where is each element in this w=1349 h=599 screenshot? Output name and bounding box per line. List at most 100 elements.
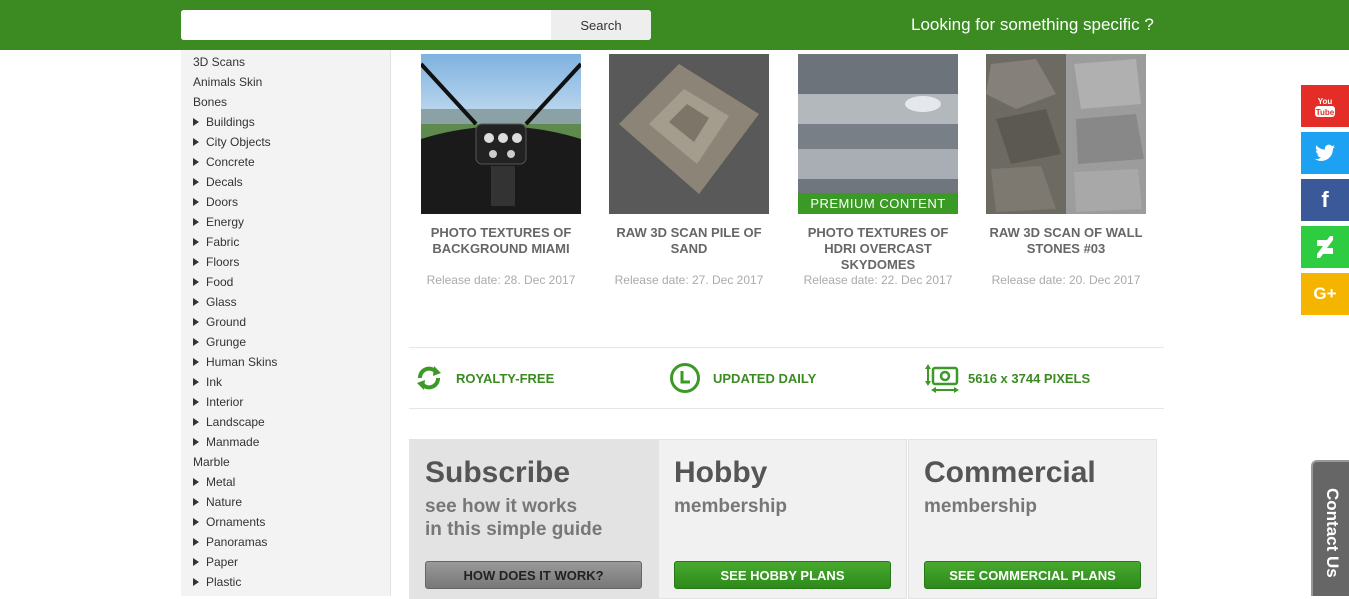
sidebar-item-city-objects[interactable]: City Objects (181, 132, 390, 152)
expand-arrow-icon[interactable] (193, 178, 199, 186)
sidebar-item-fabric[interactable]: Fabric (181, 232, 390, 252)
panel-subtitle-line: in this simple guide (425, 519, 603, 540)
overcast-sky-image (798, 54, 958, 214)
expand-arrow-icon[interactable] (193, 138, 199, 146)
clock-icon (670, 363, 700, 393)
sidebar-item-label: Ornaments (206, 515, 266, 529)
sidebar-item-paper[interactable]: Paper (181, 552, 390, 572)
panel-heading: Hobby (674, 456, 768, 489)
product-card[interactable]: RAW 3D SCAN PILE OF SAND Release date: 2… (599, 54, 779, 287)
sidebar-item-plastic[interactable]: Plastic (181, 572, 390, 592)
panel-subtitle-line: membership (924, 496, 1037, 517)
expand-arrow-icon[interactable] (193, 218, 199, 226)
expand-arrow-icon[interactable] (193, 398, 199, 406)
sidebar-item-marble[interactable]: Marble (181, 452, 390, 472)
expand-arrow-icon[interactable] (193, 278, 199, 286)
expand-arrow-icon[interactable] (193, 478, 199, 486)
sidebar-item-floors[interactable]: Floors (181, 252, 390, 272)
sidebar-item-label: Decals (206, 175, 243, 189)
expand-arrow-icon[interactable] (193, 518, 199, 526)
facebook-button[interactable]: f (1301, 179, 1349, 221)
search-input[interactable] (181, 10, 551, 40)
sidebar-item-glass[interactable]: Glass (181, 292, 390, 312)
sidebar-item-buildings[interactable]: Buildings (181, 112, 390, 132)
google-plus-icon: G+ (1313, 284, 1337, 303)
google-plus-button[interactable]: G+ (1301, 273, 1349, 315)
sidebar-item-label: Food (206, 275, 234, 289)
sidebar-item-label: Manmade (206, 435, 260, 449)
see-commercial-plans-button[interactable]: SEE COMMERCIAL PLANS (924, 561, 1141, 589)
product-title[interactable]: PHOTO TEXTURES OF HDRI OVERCAST SKYDOMES (788, 225, 968, 273)
product-title[interactable]: RAW 3D SCAN PILE OF SAND (599, 225, 779, 257)
sidebar-item-label: Floors (206, 255, 240, 269)
search-button[interactable]: Search (551, 10, 651, 40)
product-card[interactable]: RAW 3D SCAN OF WALL STONES #03 Release d… (976, 54, 1156, 287)
product-title[interactable]: PHOTO TEXTURES OF BACKGROUND MIAMI (411, 225, 591, 257)
sidebar-item-landscape[interactable]: Landscape (181, 412, 390, 432)
sidebar-item-energy[interactable]: Energy (181, 212, 390, 232)
sidebar-item-doors[interactable]: Doors (181, 192, 390, 212)
sidebar-item-bones[interactable]: Bones (181, 92, 390, 112)
sidebar-item-3d-scans[interactable]: 3D Scans (181, 52, 390, 72)
sidebar-item-label: Landscape (206, 415, 265, 429)
sidebar-item-interior[interactable]: Interior (181, 392, 390, 412)
expand-arrow-icon[interactable] (193, 358, 199, 366)
sidebar-item-panoramas[interactable]: Panoramas (181, 532, 390, 552)
expand-arrow-icon[interactable] (193, 338, 199, 346)
product-title[interactable]: RAW 3D SCAN OF WALL STONES #03 (976, 225, 1156, 257)
twitter-icon (1315, 144, 1335, 161)
premium-badge: PREMIUM CONTENT (798, 193, 958, 214)
sidebar-item-concrete[interactable]: Concrete (181, 152, 390, 172)
release-date: Release date: 22. Dec 2017 (803, 273, 953, 287)
sidebar-item-animals-skin[interactable]: Animals Skin (181, 72, 390, 92)
sidebar-item-ink[interactable]: Ink (181, 372, 390, 392)
panel-heading: Commercial (924, 456, 1096, 489)
sidebar-item-label: Buildings (206, 115, 255, 129)
sidebar-item-metal[interactable]: Metal (181, 472, 390, 492)
sidebar-item-ground[interactable]: Ground (181, 312, 390, 332)
sidebar-item-label: Fabric (206, 235, 240, 249)
contact-us-tab[interactable]: Contact Us (1311, 460, 1349, 596)
see-hobby-plans-button[interactable]: SEE HOBBY PLANS (674, 561, 891, 589)
how-does-it-work-button[interactable]: HOW DOES IT WORK? (425, 561, 642, 589)
deviantart-button[interactable] (1301, 226, 1349, 268)
panel-subtitle-line: see how it works (425, 496, 578, 517)
expand-arrow-icon[interactable] (193, 438, 199, 446)
expand-arrow-icon[interactable] (193, 378, 199, 386)
sidebar-item-nature[interactable]: Nature (181, 492, 390, 512)
sidebar-item-ornaments[interactable]: Ornaments (181, 512, 390, 532)
twitter-button[interactable] (1301, 132, 1349, 174)
expand-arrow-icon[interactable] (193, 158, 199, 166)
sidebar-item-decals[interactable]: Decals (181, 172, 390, 192)
sidebar-item-human-skins[interactable]: Human Skins (181, 352, 390, 372)
sidebar-item-label: Doors (206, 195, 239, 209)
expand-arrow-icon[interactable] (193, 198, 199, 206)
product-card[interactable]: PHOTO TEXTURES OF BACKGROUND MIAMI Relea… (411, 54, 591, 287)
product-thumbnail[interactable]: PREMIUM CONTENT (798, 54, 958, 214)
expand-arrow-icon[interactable] (193, 498, 199, 506)
panel-heading: Subscribe (425, 456, 571, 489)
feature-label: UPDATED DAILY (713, 370, 817, 386)
expand-arrow-icon[interactable] (193, 298, 199, 306)
expand-arrow-icon[interactable] (193, 238, 199, 246)
expand-arrow-icon[interactable] (193, 118, 199, 126)
sidebar-item-label: Energy (206, 215, 245, 229)
expand-arrow-icon[interactable] (193, 318, 199, 326)
expand-arrow-icon[interactable] (193, 418, 199, 426)
expand-arrow-icon[interactable] (193, 578, 199, 586)
expand-arrow-icon[interactable] (193, 538, 199, 546)
product-card[interactable]: PREMIUM CONTENT PHOTO TEXTURES OF HDRI O… (788, 54, 968, 287)
release-date: Release date: 20. Dec 2017 (991, 273, 1141, 287)
product-thumbnail[interactable] (609, 54, 769, 214)
category-list: 3D Scans Animals Skin Bones Buildings City O… (181, 50, 390, 592)
youtube-button[interactable]: You Tube (1301, 85, 1349, 127)
svg-text:You: You (1318, 97, 1333, 106)
panel-subtitle: see how it works in this simple guide (425, 495, 602, 541)
sidebar-item-grunge[interactable]: Grunge (181, 332, 390, 352)
sidebar-item-manmade[interactable]: Manmade (181, 432, 390, 452)
expand-arrow-icon[interactable] (193, 258, 199, 266)
product-thumbnail[interactable] (986, 54, 1146, 214)
sidebar-item-food[interactable]: Food (181, 272, 390, 292)
product-thumbnail[interactable] (421, 54, 581, 214)
expand-arrow-icon[interactable] (193, 558, 199, 566)
